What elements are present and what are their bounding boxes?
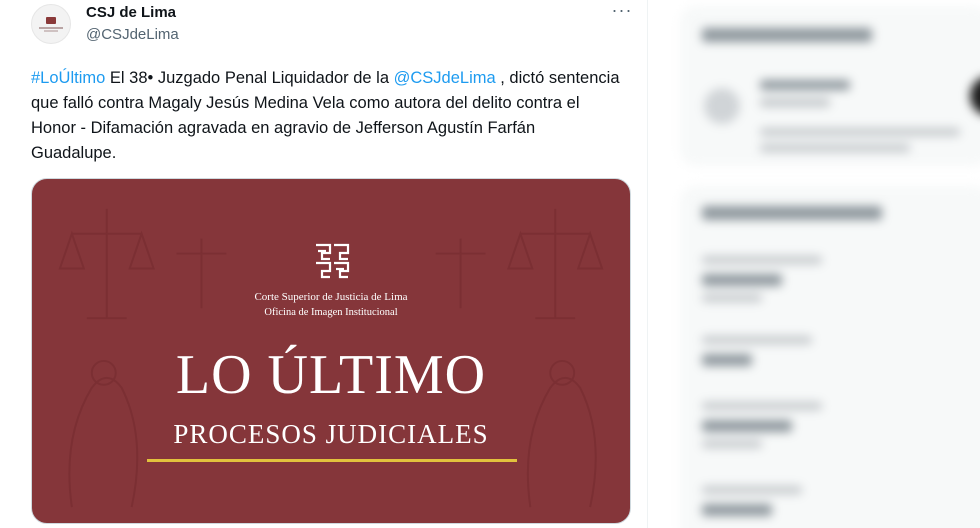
avatar[interactable] <box>31 4 71 44</box>
tweet-text: #LoÚltimo El 38• Juzgado Penal Liquidado… <box>31 66 621 166</box>
tweet-text-part1: El 38• Juzgado Penal Liquidador de la <box>105 69 394 87</box>
image-headline: LO ÚLTIMO <box>175 344 487 406</box>
image-subheadline: PROCESOS JUDICIALES <box>173 419 489 449</box>
sidebar-panel-top <box>680 6 980 166</box>
org-name: Corte Superior de Justicia de Lima <box>254 291 408 303</box>
gold-underline <box>147 459 517 462</box>
court-logo-icon <box>46 16 56 24</box>
court-seal-icon <box>316 243 350 279</box>
sidebar-panel-trends <box>680 186 980 528</box>
tweet: CSJ de Lima @CSJdeLima ··· #LoÚltimo El … <box>0 0 648 528</box>
more-options-button[interactable]: ··· <box>608 0 636 24</box>
hashtag-link[interactable]: #LoÚltimo <box>31 69 105 87</box>
mention-link[interactable]: @CSJdeLima <box>394 69 496 87</box>
tweet-image[interactable]: Corte Superior de Justicia de Lima Ofici… <box>31 178 631 524</box>
user-handle[interactable]: @CSJdeLima <box>86 26 179 43</box>
org-office: Oficina de Imagen Institucional <box>264 307 398 318</box>
display-name[interactable]: CSJ de Lima <box>86 4 176 21</box>
sidebar-blurred <box>660 0 980 528</box>
